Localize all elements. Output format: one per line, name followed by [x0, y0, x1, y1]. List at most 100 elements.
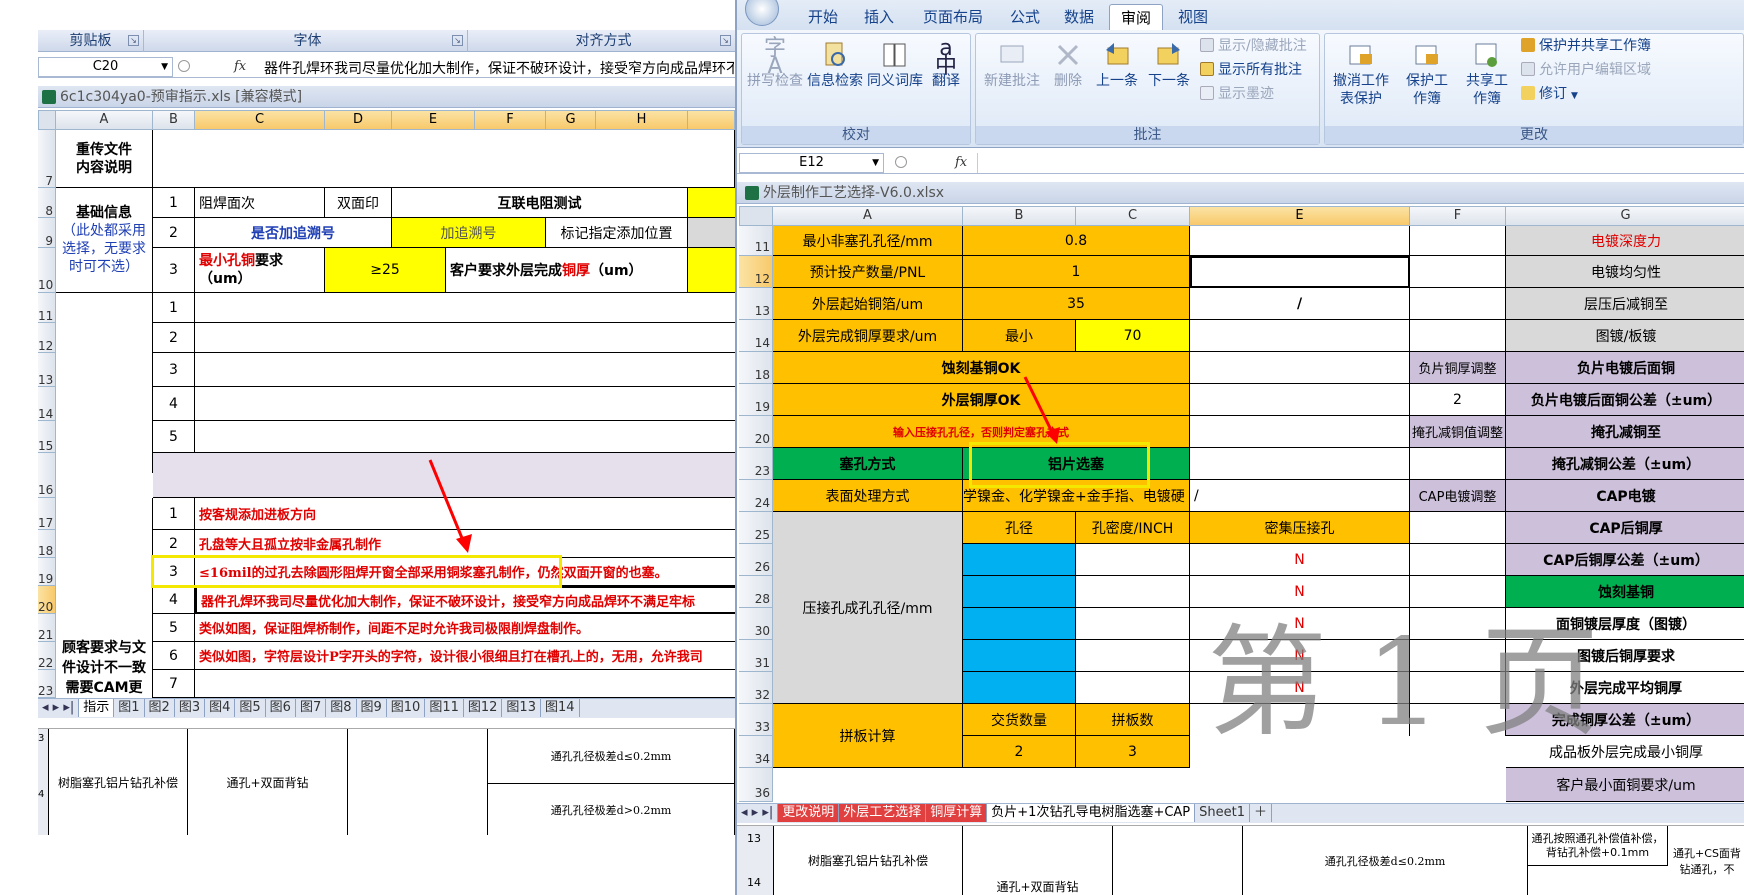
cell-reupload-content[interactable] [153, 130, 735, 188]
cell-num[interactable]: 5 [153, 614, 195, 642]
sheet-tab[interactable]: 图13 [502, 699, 541, 717]
cell-instruction[interactable]: 类似如图，保证阻焊桥制作，间距不足时允许我司极限削焊盘制作。 [195, 614, 735, 642]
show-ink-button[interactable]: 显示墨迹 [1200, 84, 1274, 104]
cell-compensation[interactable]: 通孔按照通孔补偿值补偿，背钻孔补偿+0.1mm [1528, 826, 1668, 866]
cell-surface-finish[interactable]: 表面处理方式 [773, 480, 963, 512]
cell-hole-density[interactable]: 孔密度/INCH [1076, 512, 1190, 544]
cell-cs-backdrill[interactable]: 通孔+CS面背钻通孔，不 [1668, 826, 1744, 895]
cell-pattern-plating[interactable]: 图镀/板镀 [1506, 320, 1744, 352]
previous-comment-button[interactable]: 上一条 [1092, 40, 1142, 90]
row-header[interactable]: 34 [739, 736, 773, 768]
share-workbook-button[interactable]: 共享工作簿 [1459, 40, 1515, 108]
cell-etch-ok[interactable]: 蚀刻基铜OK [773, 352, 1190, 384]
cell-start-copper[interactable]: 外层起始铜箔/um [773, 288, 963, 320]
cell-outer-copper-req[interactable]: 外层完成铜厚要求/um [773, 320, 963, 352]
col-header-e[interactable]: E [392, 110, 475, 130]
cell-min[interactable]: 最小 [963, 320, 1076, 352]
select-all-corner[interactable] [38, 110, 56, 130]
cell-empty[interactable] [1190, 416, 1410, 448]
insert-sheet-icon[interactable]: ＋ [1250, 804, 1273, 822]
sheet-tab[interactable]: 更改说明 [778, 804, 840, 822]
cell-num[interactable]: 2 [153, 530, 195, 558]
col-header-f[interactable]: F [475, 110, 546, 130]
cell-neg-tolerance[interactable]: 负片电镀后面铜公差（±um） [1506, 384, 1744, 416]
cell-resin-plug[interactable]: 树脂塞孔铝片钻孔补偿 [48, 729, 188, 835]
row-header[interactable]: 23 [38, 670, 56, 698]
cell-cap-copper[interactable]: CAP后铜厚 [1506, 512, 1744, 544]
row-header[interactable]: 12 [38, 323, 56, 353]
row-header[interactable]: 13 [38, 353, 56, 387]
research-button[interactable]: 信息检索 [806, 40, 864, 90]
cell-empty[interactable] [1076, 544, 1190, 576]
cell-outer-copper-req[interactable]: 客户要求外层完成 铜厚 （um） [446, 248, 688, 293]
cell-lam-reduce[interactable]: 层压后减铜至 [1506, 288, 1744, 320]
cell-plating-uniformity[interactable]: 电镀均匀性 [1506, 256, 1744, 288]
fx-icon[interactable]: fx [955, 155, 967, 170]
cell-cap-adjust[interactable]: CAP电镀调整 [1410, 480, 1506, 512]
row-header[interactable]: 30 [739, 608, 773, 640]
cell-empty[interactable] [195, 421, 735, 453]
fx-icon[interactable]: fx [234, 59, 246, 74]
cell-tolerance-small[interactable]: 通孔孔径极差d≤0.2mm [488, 729, 735, 784]
cell-tent-adjust[interactable]: 掩孔减铜值调整 [1410, 416, 1506, 448]
tab-scroll-icon[interactable]: ◂ ▸ ▸| [38, 699, 80, 717]
cell-min-hole-value[interactable]: 0.8 [963, 226, 1190, 256]
row-header[interactable]: 25 [739, 512, 773, 544]
cell-section-band[interactable] [153, 453, 735, 498]
cell-trace-number[interactable]: 加追溯号 [392, 218, 546, 248]
cell-neg-adjust-value[interactable]: 2 [1410, 384, 1506, 416]
cell-min-hole[interactable]: 最小非塞孔孔径/mm [773, 226, 963, 256]
cell-num[interactable]: 4 [153, 586, 195, 614]
cell-empty[interactable] [1190, 320, 1410, 352]
cell-gray[interactable] [688, 218, 735, 248]
cell-customer-min-copper[interactable]: 客户最小面铜要求/um [1506, 768, 1744, 802]
thesaurus-button[interactable]: 同义词库 [866, 40, 924, 90]
cell-empty[interactable] [1190, 448, 1410, 480]
sheet-tab[interactable]: 图9 [357, 699, 387, 717]
select-all-corner[interactable] [739, 206, 773, 226]
cell-yellow[interactable] [688, 248, 735, 293]
cell-yellow[interactable] [688, 188, 735, 218]
spell-check-button[interactable]: 字A 拼写检查 [746, 38, 804, 90]
cell-copper-value[interactable]: 70 [1076, 320, 1190, 352]
cell-num[interactable]: 1 [153, 293, 195, 323]
row-header[interactable]: 19 [739, 384, 773, 416]
cell-empty[interactable] [1410, 226, 1506, 256]
tab-review[interactable]: 审阅 [1109, 4, 1163, 30]
next-comment-button[interactable]: 下一条 [1144, 40, 1194, 90]
sheet-tab[interactable]: Sheet1 [1195, 804, 1251, 822]
cell-instruction-selected[interactable]: 器件孔焊环我司尽量优化加大制作，保证不破环设计，接受窄方向成品焊环不满足牢标 [195, 586, 735, 614]
cell-tolerance-large[interactable]: 通孔孔径极差d>0.2mm [488, 784, 735, 835]
col-header-b[interactable]: B [963, 206, 1076, 226]
row-header[interactable]: 15 [38, 421, 56, 453]
sheet-tab[interactable]: 图11 [425, 699, 464, 717]
cell-empty[interactable] [1410, 448, 1506, 480]
cell-outer-copper-ok[interactable]: 外层铜厚OK [773, 384, 1190, 416]
cell-blue-input[interactable] [963, 544, 1076, 576]
sheet-tab[interactable]: 图12 [464, 699, 503, 717]
cell-customer-requirements[interactable]: 顾客要求与文件设计不一致需要CAM更 [56, 498, 153, 698]
cell-reupload-label[interactable]: 重传文件 内容说明 [56, 130, 153, 188]
cell-plug-method[interactable]: 塞孔方式 [773, 448, 963, 480]
tab-scroll-icon[interactable]: ◂ ▸ ▸| [737, 804, 779, 822]
row-header[interactable]: 32 [739, 672, 773, 704]
row-header[interactable]: 33 [739, 704, 773, 736]
formula-bar-expand-icon[interactable] [895, 156, 907, 168]
row-header[interactable]: 10 [38, 248, 56, 293]
cell-empty[interactable] [1410, 320, 1506, 352]
tab-data[interactable]: 数据 [1055, 4, 1103, 30]
cell-hole-diameter[interactable]: 孔径 [963, 512, 1076, 544]
cell-blue-input[interactable] [963, 608, 1076, 640]
cell-empty[interactable] [195, 387, 735, 421]
cell-num[interactable]: 7 [153, 670, 195, 698]
allow-edit-ranges-button[interactable]: 允许用户编辑区域 [1521, 60, 1651, 80]
cell-empty[interactable] [1410, 288, 1506, 320]
ribbon-group-font[interactable]: 字体 ↘ [148, 30, 468, 52]
sheet-tab[interactable]: 外层工艺选择 [839, 804, 927, 822]
sheet-tab[interactable]: 图10 [387, 699, 426, 717]
row-header[interactable]: 14 [38, 387, 56, 421]
cell-slash[interactable]: / [1190, 288, 1410, 320]
row-header[interactable]: 28 [739, 576, 773, 608]
cell-through-hole[interactable]: 通孔+双面背钻 [188, 729, 348, 835]
cell-mark-position[interactable]: 标记指定添加位置 [546, 218, 688, 248]
